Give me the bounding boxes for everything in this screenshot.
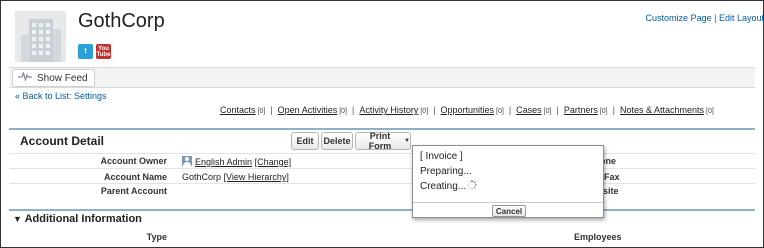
field-label-account-owner: Account Owner [100, 156, 167, 166]
field-label-website: site [603, 186, 619, 196]
chevron-down-icon: ▼ [404, 138, 410, 144]
print-form-button[interactable]: Print Form ▼ [355, 131, 411, 151]
field-value-account-owner: English Admin [Change] [182, 156, 291, 167]
field-value-account-name: GothCorp [View Hierarchy] [182, 172, 289, 182]
related-link-notes-attachments[interactable]: Notes & Attachments [0] [620, 105, 714, 115]
change-owner-link[interactable]: [Change] [255, 157, 292, 167]
additional-information-header[interactable]: ▼ Additional Information [13, 213, 142, 225]
popup-creating-text: Creating... [420, 181, 467, 192]
show-feed-label: Show Feed [37, 72, 88, 84]
youtube-text-bottom: Tube [96, 51, 111, 58]
popup-status-preparing: Preparing... [420, 166, 472, 177]
triangle-down-icon: ▼ [13, 214, 22, 224]
field-label-employees: Employees [574, 232, 622, 242]
account-detail-title: Account Detail [20, 134, 105, 148]
field-label-account-name: Account Name [103, 172, 167, 182]
edit-button[interactable]: Edit [291, 132, 319, 150]
account-name-title: GothCorp [78, 10, 165, 32]
account-name-value: GothCorp [182, 172, 222, 182]
account-owner-link[interactable]: English Admin [195, 157, 252, 167]
field-label-type: Type [146, 232, 167, 242]
additional-information-title: Additional Information [24, 213, 142, 225]
field-label-parent-account: Parent Account [100, 186, 167, 196]
row-divider [9, 183, 755, 184]
popup-form-name: [ Invoice ] [420, 151, 463, 162]
field-label-fax: Fax [604, 172, 620, 182]
row-divider [9, 168, 755, 169]
related-link-cases[interactable]: Cases [0] [516, 105, 551, 115]
feed-bar: Show Feed [9, 67, 755, 88]
edit-layout-link[interactable]: Edit Layout [719, 13, 764, 23]
user-icon [182, 156, 192, 166]
related-separator: | [352, 105, 355, 115]
related-link-opportunities[interactable]: Opportunities [0] [441, 105, 504, 115]
link-separator: | [714, 13, 717, 23]
section-divider [9, 128, 755, 130]
print-form-popup: [ Invoice ] Preparing... Creating... Can… [412, 145, 604, 218]
twitter-glyph: t [84, 48, 87, 55]
back-to-list-link[interactable]: « Back to List: Settings [15, 91, 107, 101]
show-feed-button[interactable]: Show Feed [12, 69, 95, 87]
popup-divider [413, 202, 603, 203]
section-divider [9, 209, 755, 211]
view-hierarchy-link[interactable]: [View Hierarchy] [224, 172, 289, 182]
related-separator: | [556, 105, 559, 115]
related-link-activity-history[interactable]: Activity History [0] [359, 105, 428, 115]
row-divider [9, 153, 755, 154]
related-link-contacts[interactable]: Contacts [0] [220, 105, 265, 115]
twitter-icon[interactable]: t [78, 44, 93, 59]
delete-button[interactable]: Delete [321, 132, 353, 150]
related-separator: | [433, 105, 436, 115]
page-links: Customize Page | Edit Layout [646, 13, 764, 23]
popup-status-creating: Creating... [420, 180, 477, 192]
customize-page-link[interactable]: Customize Page [646, 13, 712, 23]
related-separator: | [508, 105, 512, 115]
cancel-button[interactable]: Cancel [492, 205, 526, 217]
building-icon [15, 11, 66, 62]
related-link-partners[interactable]: Partners [0] [564, 105, 608, 115]
related-link-open-activities[interactable]: Open Activities [0] [278, 105, 347, 115]
loading-spinner-icon [467, 180, 477, 190]
related-list-links: Contacts [0] | Open Activities [0] | Activ… [220, 105, 714, 115]
youtube-icon[interactable]: You Tube [96, 44, 111, 59]
related-separator: | [612, 105, 615, 115]
print-form-label: Print Form [368, 131, 392, 151]
feed-pulse-icon [18, 70, 32, 84]
related-separator: | [270, 105, 273, 115]
